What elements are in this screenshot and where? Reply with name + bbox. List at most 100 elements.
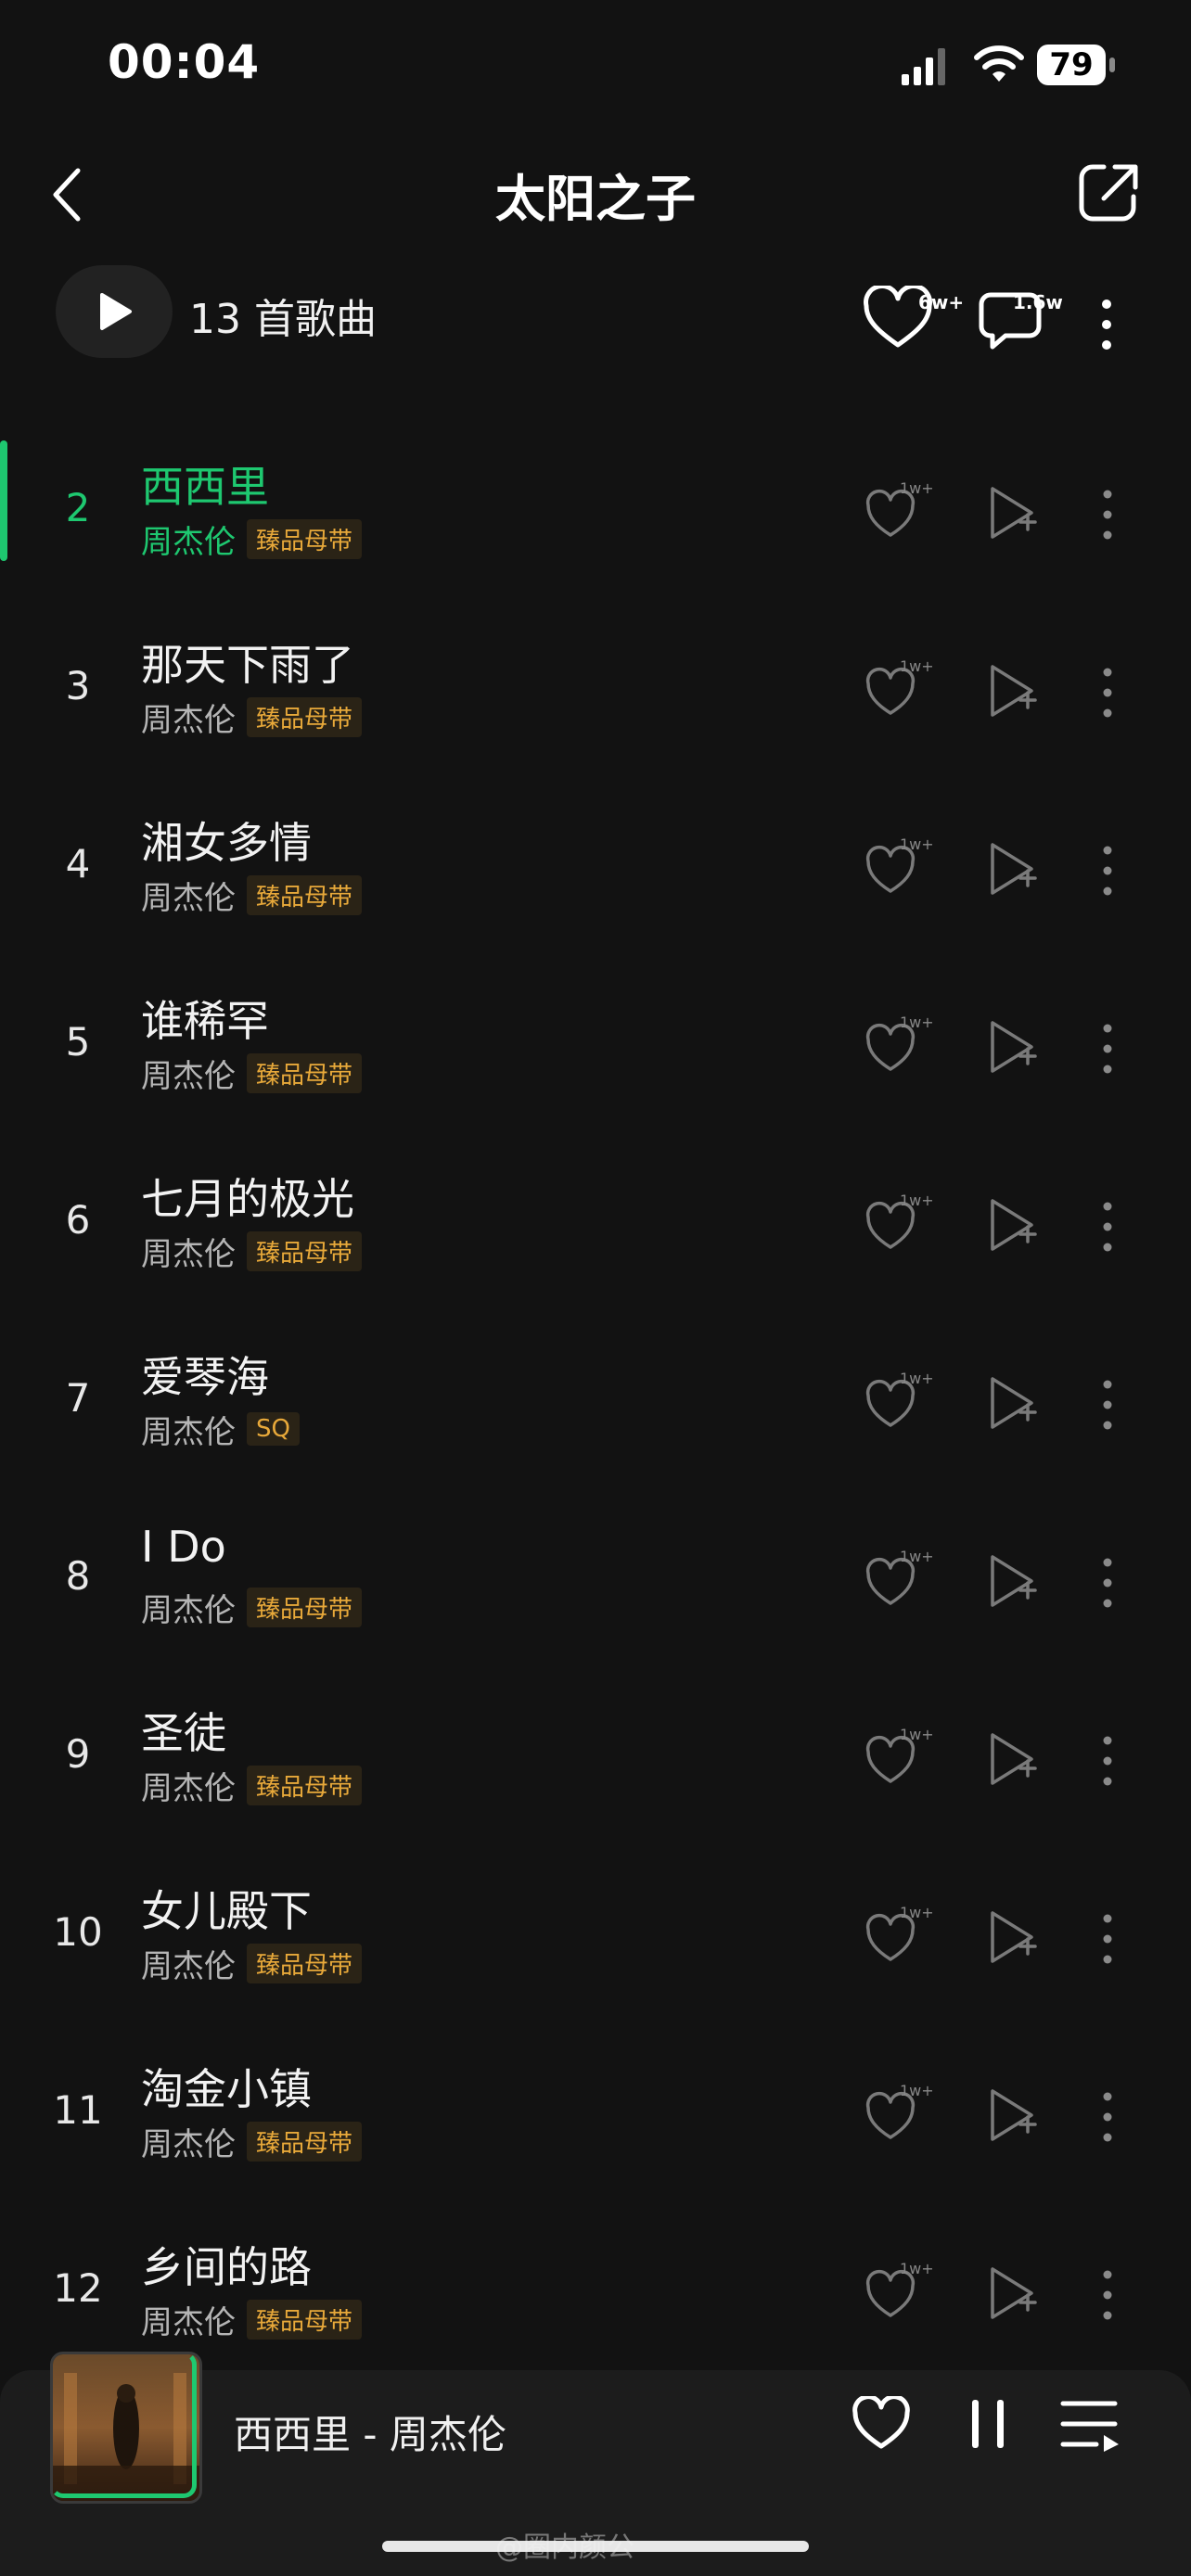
quality-badge: 臻品母带 (247, 2121, 363, 2162)
song-like-count: 1w+ (900, 1370, 934, 1387)
song-title: 圣徒 (141, 1708, 226, 1758)
song-like-count: 1w+ (900, 479, 934, 497)
song-more-icon[interactable] (1102, 1379, 1113, 1431)
song-index: 10 (53, 1909, 103, 1955)
song-artist[interactable]: 周杰伦 (141, 2119, 236, 2164)
home-indicator[interactable] (382, 2541, 809, 2552)
song-like-count: 1w+ (900, 657, 934, 675)
song-index: 8 (65, 1553, 91, 1599)
song-meta: 周杰伦 臻品母带 (141, 518, 363, 561)
status-time: 00:04 (108, 35, 261, 89)
add-to-playlist-icon[interactable] (987, 1731, 1039, 1787)
song-meta: 周杰伦 臻品母带 (141, 1052, 363, 1095)
song-artist[interactable]: 周杰伦 (141, 873, 236, 918)
song-more-icon[interactable] (1102, 1913, 1113, 1965)
song-title: 淘金小镇 (141, 2064, 312, 2114)
song-more-icon[interactable] (1102, 845, 1113, 897)
quality-badge: 臻品母带 (247, 2299, 363, 2340)
status-bar: 00:04 79 (0, 0, 1191, 139)
song-row[interactable]: 9 圣徒周杰伦 臻品母带 1w+ (0, 1677, 1191, 1855)
song-like-count: 1w+ (900, 1548, 934, 1565)
song-title: 谁稀罕 (141, 996, 269, 1046)
song-title: 七月的极光 (141, 1174, 354, 1224)
song-title: 女儿殿下 (141, 1886, 312, 1936)
song-meta: 周杰伦 臻品母带 (141, 1587, 363, 1629)
song-more-icon[interactable] (1102, 1557, 1113, 1609)
pause-icon[interactable] (968, 2396, 1007, 2452)
share-icon[interactable] (1076, 159, 1141, 224)
song-index: 12 (53, 2265, 103, 2311)
song-more-icon[interactable] (1102, 1201, 1113, 1253)
add-to-playlist-icon[interactable] (987, 1197, 1039, 1253)
song-meta: 周杰伦 臻品母带 (141, 696, 363, 739)
quality-badge: 臻品母带 (247, 1943, 363, 1983)
song-like-count: 1w+ (900, 1192, 934, 1209)
add-to-playlist-icon[interactable] (987, 485, 1039, 541)
song-more-icon[interactable] (1102, 667, 1113, 719)
song-meta: 周杰伦 SQ (141, 1410, 300, 1451)
song-more-icon[interactable] (1102, 489, 1113, 541)
battery-indicator: 79 (1037, 45, 1115, 85)
song-artist[interactable]: 周杰伦 (141, 516, 236, 562)
song-row[interactable]: 5 谁稀罕周杰伦 臻品母带 1w+ (0, 965, 1191, 1143)
song-row[interactable]: 11 淘金小镇周杰伦 臻品母带 1w+ (0, 2034, 1191, 2212)
song-artist[interactable]: 周杰伦 (141, 1585, 236, 1630)
add-to-playlist-icon[interactable] (987, 1375, 1039, 1431)
song-artist[interactable]: 周杰伦 (141, 1407, 236, 1452)
playlist-toolbar: 13 首歌曲 6w+ 1.6w (0, 261, 1191, 363)
song-like-count: 1w+ (900, 1726, 934, 1743)
song-artist[interactable]: 周杰伦 (141, 1763, 236, 1808)
song-meta: 周杰伦 臻品母带 (141, 2299, 363, 2341)
song-row[interactable]: 8 I Do 周杰伦 臻品母带 1w+ (0, 1499, 1191, 1677)
add-to-playlist-icon[interactable] (987, 663, 1039, 719)
add-to-playlist-icon[interactable] (987, 1019, 1039, 1075)
add-to-playlist-icon[interactable] (987, 2087, 1039, 2143)
quality-badge: 臻品母带 (247, 1052, 363, 1093)
song-meta: 周杰伦 臻品母带 (141, 874, 363, 917)
add-to-playlist-icon[interactable] (987, 841, 1039, 897)
song-row[interactable]: 3 那天下雨了 周杰伦 臻品母带 1w+ (0, 609, 1191, 787)
song-artist[interactable]: 周杰伦 (141, 1051, 236, 1096)
song-index: 2 (65, 485, 91, 530)
battery-nub (1109, 57, 1115, 72)
quality-badge: 臻品母带 (247, 1765, 363, 1805)
add-to-playlist-icon[interactable] (987, 1553, 1039, 1609)
song-meta: 周杰伦 臻品母带 (141, 1765, 363, 1807)
play-all-button[interactable] (56, 265, 173, 358)
song-more-icon[interactable] (1102, 1023, 1113, 1075)
battery-level: 79 (1037, 45, 1106, 85)
wifi-icon (974, 45, 1024, 82)
song-like-count: 1w+ (900, 2082, 934, 2099)
song-title: 爱琴海 (141, 1352, 269, 1402)
now-playing-title[interactable]: 西西里 - 周杰伦 (234, 2404, 506, 2460)
song-row[interactable]: 4 湘女多情 周杰伦 臻品母带 1w+ (0, 787, 1191, 965)
song-like-count: 1w+ (900, 1904, 934, 1921)
song-artist[interactable]: 周杰伦 (141, 695, 236, 740)
more-options-icon[interactable] (1100, 297, 1113, 352)
favorite-count: 6w+ (918, 291, 965, 313)
now-playing-indicator (0, 440, 7, 561)
song-artist[interactable]: 周杰伦 (141, 2297, 236, 2342)
add-to-playlist-icon[interactable] (987, 1909, 1039, 1965)
song-more-icon[interactable] (1102, 1735, 1113, 1787)
song-index: 11 (53, 2087, 103, 2133)
song-row[interactable]: 7 爱琴海 周杰伦 SQ 1w+ (0, 1321, 1191, 1499)
song-index: 9 (65, 1731, 91, 1777)
quality-badge: 臻品母带 (247, 1587, 363, 1627)
page-header: 太阳之子 (0, 148, 1191, 241)
song-index: 5 (65, 1019, 91, 1065)
song-more-icon[interactable] (1102, 2269, 1113, 2321)
song-row[interactable]: 2 西西里 周杰伦 臻品母带 1w+ (0, 431, 1191, 609)
song-like-count: 1w+ (900, 1014, 934, 1031)
song-artist[interactable]: 周杰伦 (141, 1941, 236, 1986)
song-artist[interactable]: 周杰伦 (141, 1229, 236, 1274)
playlist-queue-icon[interactable] (1059, 2398, 1124, 2452)
quality-badge: 臻品母带 (247, 696, 363, 737)
song-row[interactable]: 6 七月的极光 周杰伦 臻品母带 1w+ (0, 1143, 1191, 1321)
like-heart-icon[interactable] (852, 2396, 911, 2452)
song-more-icon[interactable] (1102, 2091, 1113, 2143)
song-row[interactable]: 10 女儿殿下周杰伦 臻品母带 1w+ (0, 1855, 1191, 2034)
playback-progress-ring (50, 2352, 197, 2498)
song-count: 13 首歌曲 (189, 296, 377, 343)
add-to-playlist-icon[interactable] (987, 2265, 1039, 2321)
